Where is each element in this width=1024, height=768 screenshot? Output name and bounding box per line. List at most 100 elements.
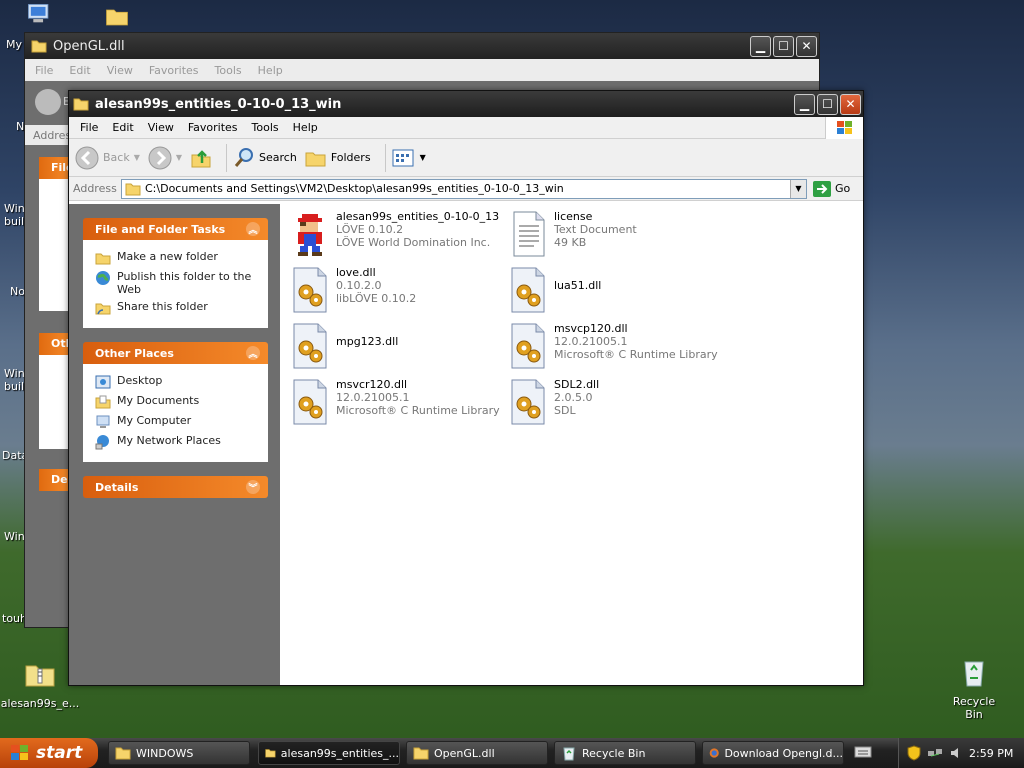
menu-view[interactable]: View (107, 64, 133, 77)
menu-view[interactable]: View (141, 121, 181, 134)
folders-button-label: Folders (330, 151, 371, 164)
task-publish-web[interactable]: Publish this folder to the Web (95, 270, 260, 296)
file-info: libLÖVE 0.10.2 (336, 292, 417, 305)
place-my-network-places[interactable]: My Network Places (95, 434, 260, 450)
go-button[interactable]: Go (813, 180, 850, 197)
taskbar-button[interactable]: alesan99s_entities_... (258, 741, 400, 765)
menu-file[interactable]: File (73, 121, 105, 134)
file-info: 0.10.2.0 (336, 279, 382, 292)
file-info: Microsoft® C Runtime Library (336, 404, 500, 417)
place-my-computer[interactable]: My Computer (95, 414, 260, 430)
search-button[interactable]: Search (233, 147, 297, 169)
up-folder-button[interactable] (190, 147, 212, 169)
folders-icon (305, 152, 326, 166)
desktop-icon-my-computer[interactable] (22, 2, 56, 35)
panel-fragment: Oth (39, 333, 73, 355)
task-make-new-folder[interactable]: Make a new folder (95, 250, 260, 266)
place-label: Desktop (117, 374, 163, 387)
panel-title: Other Places (95, 346, 174, 360)
file-item[interactable]: msvcp120.dll 12.0.21005.1 Microsoft® C R… (508, 322, 723, 372)
file-item[interactable]: mpg123.dll (290, 322, 505, 372)
search-button-label: Search (259, 151, 297, 164)
panel-fragment-body (39, 355, 69, 449)
menu-file[interactable]: File (35, 64, 53, 77)
address-bar: Address C:\Documents and Settings\VM2\De… (69, 177, 863, 201)
clock[interactable]: 2:59 PM (969, 747, 1013, 760)
panel-header[interactable]: Other Places ︽ (83, 342, 268, 364)
views-button[interactable]: ▼ (392, 148, 426, 168)
minimize-button[interactable]: ▁ (794, 93, 815, 115)
explorer-window[interactable]: alesan99s_entities_0-10-0_13_win ▁ ☐ ✕ F… (68, 90, 864, 686)
menu-tools[interactable]: Tools (245, 121, 286, 134)
chevron-up-icon[interactable]: ︽ (246, 222, 260, 236)
dropdown-arrow-icon[interactable]: ▼ (134, 153, 140, 162)
menu-help[interactable]: Help (286, 121, 325, 134)
file-item[interactable]: msvcr120.dll 12.0.21005.1 Microsoft® C R… (290, 378, 505, 428)
network-icon[interactable] (927, 746, 943, 760)
up-folder-icon (191, 149, 211, 167)
file-info: LÖVE World Domination Inc. (336, 236, 491, 249)
place-my-documents[interactable]: My Documents (95, 394, 260, 410)
taskbar-button-label: WINDOWS (136, 746, 194, 760)
menu-favorites[interactable]: Favorites (181, 121, 245, 134)
windows-logo-icon (11, 745, 28, 760)
network-icon (95, 435, 109, 450)
chevron-down-icon[interactable]: ︾ (246, 480, 260, 494)
menu-edit[interactable]: Edit (105, 121, 140, 134)
chevron-up-icon[interactable]: ︽ (246, 346, 260, 360)
folders-button[interactable]: Folders (305, 148, 371, 168)
recycle-bin-icon (964, 661, 984, 687)
file-name: lua51.dll (554, 279, 602, 292)
panel-header[interactable]: File and Folder Tasks ︽ (83, 218, 268, 240)
start-label: start (36, 743, 83, 763)
file-item[interactable]: love.dll 0.10.2.0 libLÖVE 0.10.2 (290, 266, 505, 316)
desktop-icon-recycle-bin[interactable]: Recycle Bin (944, 656, 1004, 721)
taskbar-button[interactable]: OpenGL.dll (406, 741, 548, 765)
task-label: Make a new folder (117, 250, 218, 263)
toolbar-separator (226, 143, 228, 172)
forward-button[interactable]: ▼ (148, 146, 182, 170)
taskbar-button[interactable]: Recycle Bin (554, 741, 696, 765)
taskbar-button[interactable]: Download Opengl.d... (702, 741, 844, 765)
menu-edit[interactable]: Edit (69, 64, 90, 77)
menu-help[interactable]: Help (258, 64, 283, 77)
file-item[interactable]: license Text Document 49 KB (508, 210, 723, 260)
close-button[interactable]: ✕ (796, 35, 817, 57)
keyboard-icon[interactable] (854, 745, 872, 761)
volume-icon[interactable] (949, 746, 963, 760)
window-titlebar[interactable]: alesan99s_entities_0-10-0_13_win ▁ ☐ ✕ (69, 91, 863, 117)
file-name: license (554, 210, 593, 223)
file-name: mpg123.dll (336, 335, 399, 348)
place-desktop[interactable]: Desktop (95, 374, 260, 390)
maximize-button[interactable]: ☐ (773, 35, 794, 57)
address-input[interactable]: C:\Documents and Settings\VM2\Desktop\al… (121, 178, 807, 199)
panel-header[interactable]: Details ︾ (83, 476, 268, 498)
security-shield-icon[interactable] (907, 745, 921, 761)
start-button[interactable]: start (0, 738, 98, 768)
close-button[interactable]: ✕ (840, 93, 861, 115)
back-button[interactable]: Back ▼ (75, 146, 140, 170)
file-name: alesan99s_entities_0-10-0_13 (336, 210, 500, 223)
address-value: C:\Documents and Settings\VM2\Desktop\al… (145, 182, 564, 195)
file-item[interactable]: SDL2.dll 2.0.5.0 SDL (508, 378, 723, 428)
taskbar-button[interactable]: WINDOWS (108, 741, 250, 765)
maximize-button[interactable]: ☐ (817, 93, 838, 115)
panel-body: Desktop My Documents My Computer My Netw… (83, 364, 268, 462)
address-dropdown-icon[interactable]: ▼ (790, 179, 806, 198)
minimize-button[interactable]: ▁ (750, 35, 771, 57)
menu-tools[interactable]: Tools (215, 64, 242, 77)
background-window-titlebar[interactable]: OpenGL.dll ▁ ☐ ✕ (25, 33, 819, 59)
dll-icon (511, 267, 545, 313)
taskbar: start WINDOWS alesan99s_entities_... Ope… (0, 738, 1024, 768)
dropdown-arrow-icon[interactable]: ▼ (176, 153, 182, 162)
menu-favorites[interactable]: Favorites (149, 64, 199, 77)
file-item[interactable]: alesan99s_entities_0-10-0_13 LÖVE 0.10.2… (290, 210, 505, 260)
desktop-icon-label: alesan99s_e... (0, 697, 80, 710)
file-info: SDL (554, 404, 576, 417)
back-arrow-icon[interactable] (35, 89, 61, 115)
dll-icon (293, 267, 327, 313)
task-share-folder[interactable]: Share this folder (95, 300, 260, 316)
file-info: 12.0.21005.1 (554, 335, 628, 348)
desktop-icon-folder[interactable] (102, 4, 132, 35)
file-item[interactable]: lua51.dll (508, 266, 723, 316)
